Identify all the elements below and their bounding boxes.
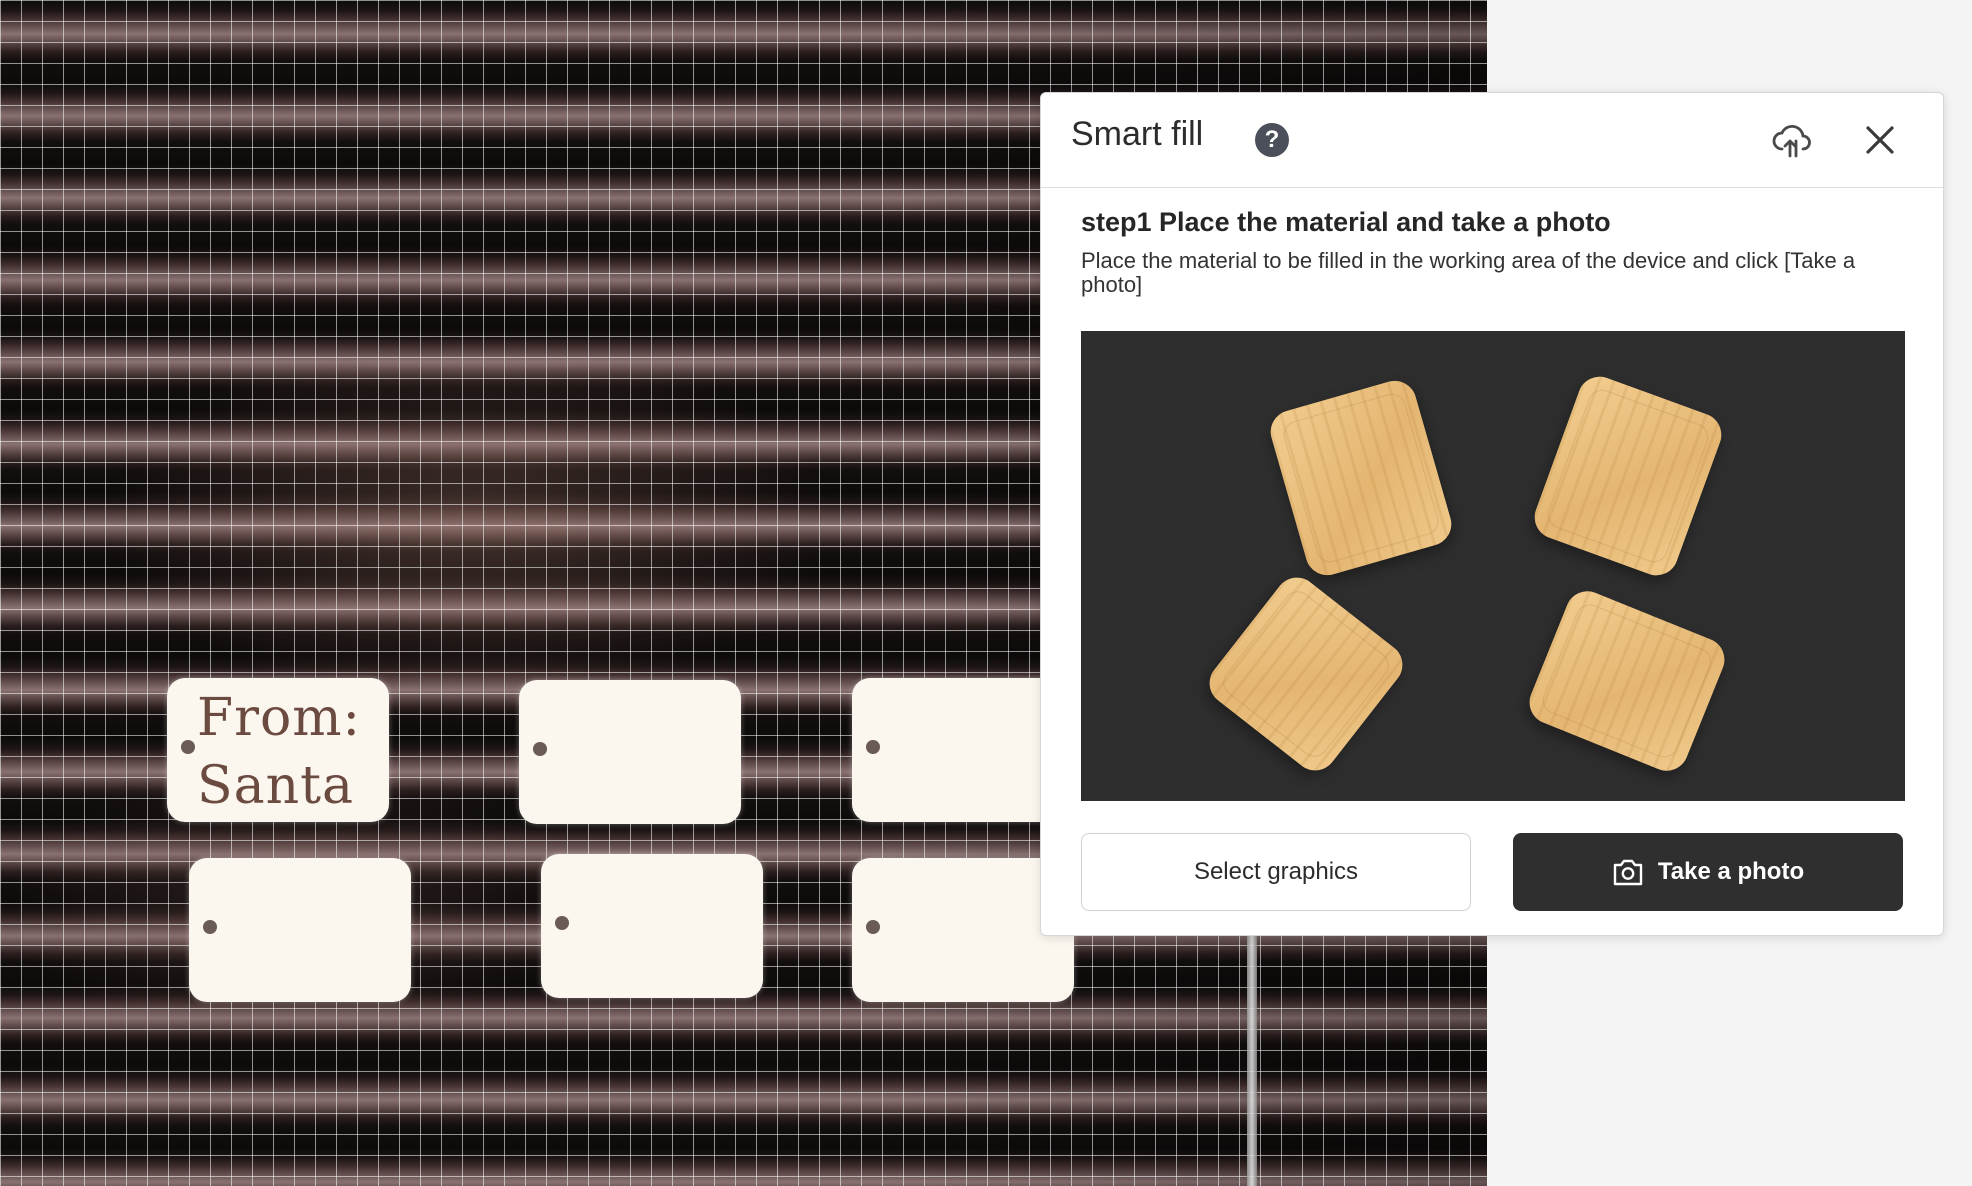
tag-hole: [533, 742, 547, 756]
camera-icon: [1613, 859, 1643, 886]
machine-rail: [1247, 930, 1257, 1186]
step-description: Place the material to be filled in the w…: [1081, 248, 1856, 297]
cloud-upload-icon[interactable]: [1771, 119, 1813, 161]
tag-engraving: From: Santa: [197, 684, 383, 820]
tag-text-line: Santa: [197, 756, 355, 816]
material-tag: [519, 680, 741, 824]
tag-hole: [555, 916, 569, 930]
tag-hole: [866, 740, 880, 754]
step-title: step1 Place the material and take a phot…: [1081, 207, 1611, 237]
material-tag: [541, 854, 763, 998]
bamboo-board: [1528, 370, 1728, 582]
material-tag: [189, 858, 411, 1002]
tag-hole: [203, 920, 217, 934]
close-icon[interactable]: [1859, 119, 1901, 161]
tag-hole: [866, 920, 880, 934]
tag-text-line: From:: [197, 688, 362, 748]
tag-hole: [181, 740, 195, 754]
dialog-title: Smart fill: [1071, 115, 1204, 153]
smart-fill-dialog: Smart fill ? step1 Place the material an…: [1040, 92, 1944, 936]
help-icon[interactable]: ?: [1255, 123, 1289, 157]
example-preview-image: [1081, 331, 1905, 801]
bamboo-board: [1200, 568, 1412, 780]
select-graphics-label: Select graphics: [1193, 858, 1359, 885]
bamboo-board: [1522, 584, 1732, 778]
material-tag: From: Santa: [167, 678, 389, 822]
take-photo-label: Take a photo: [1657, 858, 1805, 885]
select-graphics-button[interactable]: Select graphics: [1081, 833, 1471, 911]
dialog-header: Smart fill ?: [1041, 93, 1943, 188]
bamboo-board: [1265, 375, 1457, 581]
take-photo-button[interactable]: Take a photo: [1513, 833, 1903, 911]
